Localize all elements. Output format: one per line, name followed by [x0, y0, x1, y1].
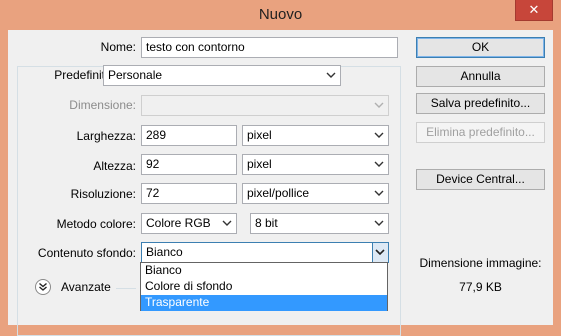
name-input[interactable]: testo con contorno	[141, 37, 398, 58]
chevron-down-icon	[375, 249, 385, 256]
preset-value: Personale	[108, 68, 163, 82]
image-size-value: 77,9 KB	[459, 280, 502, 294]
color-mode-label: Metodo colore:	[56, 217, 136, 231]
list-item[interactable]: Trasparente	[141, 295, 387, 311]
chevron-down-icon	[374, 190, 384, 196]
width-label: Larghezza:	[76, 129, 136, 143]
width-input[interactable]: 289	[141, 125, 237, 146]
chevron-down-icon	[374, 102, 384, 108]
window-title: Nuovo	[258, 6, 303, 23]
width-unit-value: pixel	[247, 128, 272, 142]
bit-depth-value: 8 bit	[255, 216, 278, 230]
resolution-input[interactable]: 72	[141, 183, 237, 204]
device-central-button[interactable]: Device Central...	[416, 169, 545, 190]
chevron-down-icon	[374, 132, 384, 138]
resolution-unit-select[interactable]: pixel/pollice	[242, 183, 389, 204]
list-item[interactable]: Bianco	[141, 263, 387, 279]
dialog-window: Nuovo ✕ Nome: testo con contorno Predefi…	[0, 0, 561, 336]
height-input[interactable]: 92	[141, 154, 237, 175]
advanced-toggle-icon[interactable]	[35, 279, 51, 295]
list-item[interactable]: Colore di sfondo	[141, 279, 387, 295]
width-unit-select[interactable]: pixel	[242, 125, 389, 146]
height-unit-value: pixel	[247, 157, 272, 171]
image-size-label: Dimensione immagine:	[419, 256, 542, 270]
resolution-unit-value: pixel/pollice	[247, 186, 310, 200]
ok-button[interactable]: OK	[416, 37, 545, 58]
preset-select[interactable]: Personale	[103, 65, 341, 86]
background-dropdown-list: Bianco Colore di sfondo Trasparente	[140, 262, 388, 311]
color-mode-select[interactable]: Colore RGB	[141, 213, 237, 234]
resolution-label: Risoluzione:	[70, 187, 136, 201]
size-label: Dimensione:	[69, 98, 136, 112]
close-button[interactable]: ✕	[515, 0, 553, 21]
name-label: Nome:	[100, 40, 136, 54]
color-mode-value: Colore RGB	[146, 216, 211, 230]
chevron-down-icon	[374, 220, 384, 226]
height-label: Altezza:	[93, 159, 136, 173]
double-chevron-down-icon	[39, 282, 47, 291]
chevron-down-icon	[326, 72, 336, 78]
bit-depth-select[interactable]: 8 bit	[250, 213, 389, 234]
background-label: Contenuto sfondo:	[37, 246, 136, 260]
size-select	[141, 95, 389, 116]
background-select[interactable]: Bianco	[141, 242, 389, 263]
close-icon: ✕	[528, 2, 540, 17]
chevron-down-icon	[222, 220, 232, 226]
cancel-button[interactable]: Annulla	[416, 66, 545, 87]
save-preset-button[interactable]: Salva predefinito...	[416, 93, 545, 114]
chevron-down-icon	[374, 161, 384, 167]
divider	[116, 288, 136, 289]
background-value: Bianco	[146, 245, 183, 259]
height-unit-select[interactable]: pixel	[242, 154, 389, 175]
title-bar[interactable]: Nuovo ✕	[0, 0, 561, 30]
advanced-label[interactable]: Avanzate	[58, 280, 114, 294]
delete-preset-button: Elimina predefinito...	[416, 122, 545, 143]
